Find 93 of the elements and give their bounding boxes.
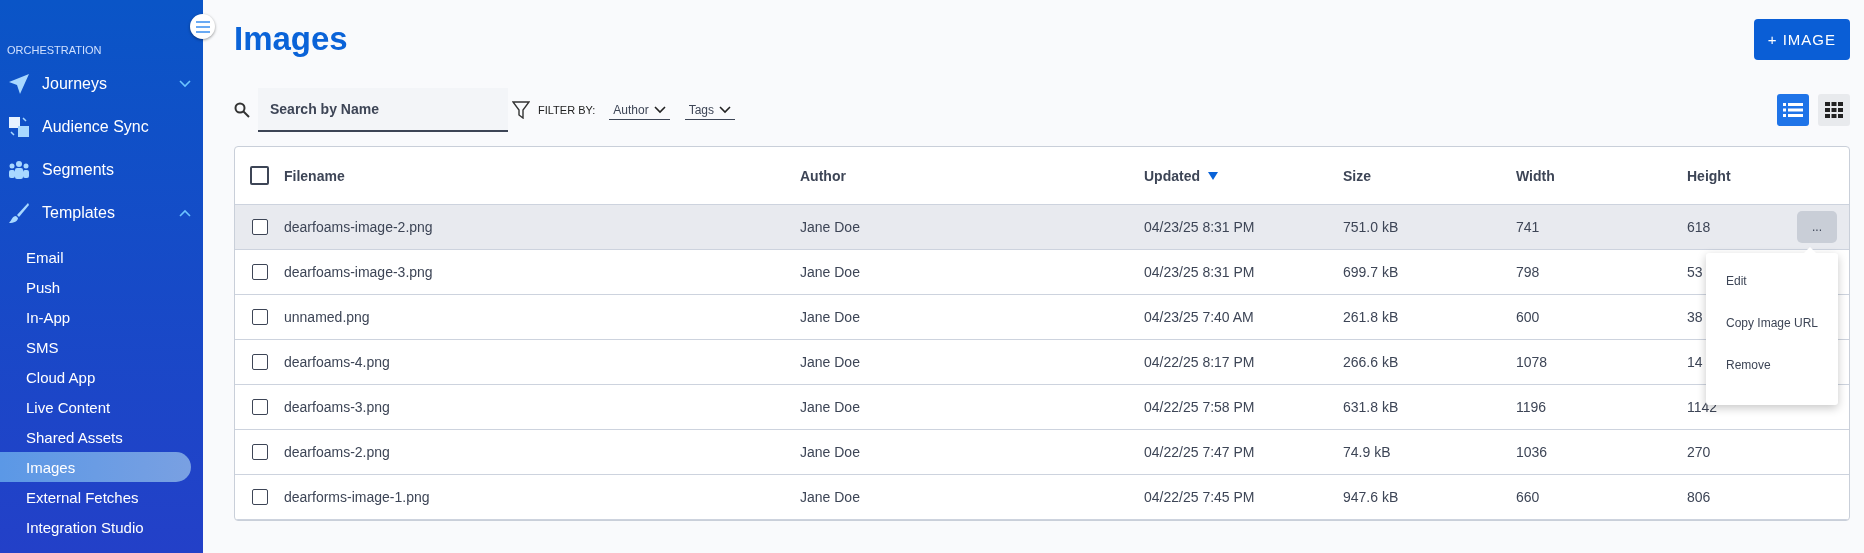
row-checkbox[interactable] (251, 264, 268, 280)
table-cell: 04/22/25 7:45 PM (1144, 489, 1255, 505)
table-cell: 266.6 kB (1343, 354, 1399, 370)
row-checkbox[interactable] (251, 354, 268, 370)
table-cell: dearfoams-image-3.png (284, 264, 433, 280)
table-cell: dearforms-image-1.png (284, 489, 430, 505)
column-header[interactable]: Updated (1144, 167, 1200, 184)
row-checkbox[interactable] (251, 489, 268, 505)
brush-icon (8, 201, 30, 224)
page-title: Images (234, 20, 348, 58)
table-cell: 631.8 kB (1343, 399, 1399, 415)
table-cell: Jane Doe (800, 399, 860, 415)
menu-item[interactable]: Remove (1706, 355, 1838, 397)
table-cell: 04/22/25 8:17 PM (1144, 354, 1255, 370)
column-header[interactable]: Height (1687, 167, 1731, 184)
table-cell: 947.6 kB (1343, 489, 1399, 505)
menu-button[interactable] (190, 14, 215, 39)
more-actions-button[interactable]: ... (1797, 211, 1837, 243)
sidebar-item[interactable]: Push (0, 272, 191, 302)
menu-item[interactable]: Edit (1706, 271, 1838, 313)
table-cell: 1036 (1516, 444, 1548, 460)
sidebar-item[interactable]: Shared Assets (0, 422, 191, 452)
table-cell: 751.0 kB (1343, 219, 1399, 235)
table-cell: 04/23/25 7:40 AM (1144, 309, 1254, 325)
menu-icon (195, 20, 210, 33)
table-cell: dearfoams-2.png (284, 444, 390, 460)
table-cell: 270 (1687, 444, 1711, 460)
paper-plane-icon (8, 72, 30, 95)
table-cell: Jane Doe (800, 264, 860, 280)
table-cell: 1078 (1516, 354, 1548, 370)
filter-label: FILTER BY: (538, 104, 596, 116)
table-cell: 261.8 kB (1343, 309, 1399, 325)
filter-dropdown[interactable]: Author (609, 100, 670, 120)
table-cell: 74.9 kB (1343, 444, 1391, 460)
table-cell: 660 (1516, 489, 1540, 505)
people-icon (8, 159, 30, 180)
table-cell: 04/22/25 7:58 PM (1144, 399, 1255, 415)
grid-view-button[interactable] (1818, 94, 1850, 126)
table-cell: 798 (1516, 264, 1540, 280)
select-all-checkbox[interactable] (250, 166, 269, 185)
table-cell: Jane Doe (800, 354, 860, 370)
sidebar-item[interactable]: SMS (0, 332, 191, 362)
search-icon (234, 102, 250, 118)
table-cell: dearfoams-image-2.png (284, 219, 433, 235)
sidebar-item[interactable]: Journeys (0, 62, 203, 105)
sidebar-item[interactable]: Audience Sync (0, 105, 203, 148)
column-header[interactable]: Filename (284, 167, 345, 184)
table-cell: dearfoams-3.png (284, 399, 390, 415)
table-cell: Jane Doe (800, 219, 860, 235)
filter-dropdown[interactable]: Tags (684, 100, 735, 120)
sidebar-item[interactable]: Live Content (0, 392, 191, 422)
sidebar-item[interactable]: Templates (0, 191, 203, 234)
table-cell: 1196 (1516, 399, 1547, 415)
table-cell: 699.7 kB (1343, 264, 1399, 280)
section-title: ORCHESTRATION (6, 44, 103, 56)
filter-icon (512, 101, 530, 119)
table-cell: dearfoams-4.png (284, 354, 390, 370)
table-cell: 806 (1687, 489, 1711, 505)
table-cell: 04/23/25 8:31 PM (1144, 219, 1255, 235)
add-image-button[interactable]: + IMAGE (1753, 18, 1850, 60)
table-cell: 38 (1687, 309, 1703, 325)
table-cell: 14 (1687, 354, 1703, 370)
table-cell: Jane Doe (800, 489, 860, 505)
row-checkbox[interactable] (251, 399, 268, 415)
sidebar-item[interactable]: Email (0, 242, 191, 272)
row-checkbox[interactable] (251, 444, 268, 460)
menu-item[interactable]: Copy Image URL (1706, 313, 1838, 355)
table-cell: Jane Doe (800, 444, 860, 460)
grid-icon (1825, 102, 1843, 118)
sidebar-item[interactable]: In-App (0, 302, 191, 332)
row-checkbox[interactable] (251, 309, 268, 325)
sidebar-item[interactable]: Cloud App (0, 362, 191, 392)
list-icon (1783, 102, 1803, 118)
sync-icon (8, 115, 30, 138)
column-header[interactable]: Size (1343, 167, 1371, 184)
chevron-down-icon (719, 105, 731, 114)
table-cell: 04/23/25 8:31 PM (1144, 264, 1255, 280)
row-checkbox[interactable] (251, 219, 268, 235)
search-field[interactable]: Search by Name (258, 88, 508, 132)
list-view-button[interactable] (1777, 94, 1809, 126)
table-cell: 600 (1516, 309, 1540, 325)
sidebar-item[interactable]: Segments (0, 148, 203, 191)
table-cell: Jane Doe (800, 309, 860, 325)
sidebar-item[interactable]: External Fetches (0, 482, 191, 512)
chevron-down-icon (653, 105, 666, 114)
column-header[interactable]: Author (800, 167, 846, 184)
column-header[interactable]: Width (1516, 167, 1555, 184)
table-cell: 53 (1687, 264, 1703, 280)
table-cell: 04/22/25 7:47 PM (1144, 444, 1255, 460)
table-cell: 618 (1687, 219, 1711, 235)
table-cell: unnamed.png (284, 309, 370, 325)
table-cell: 741 (1516, 219, 1540, 235)
sidebar-item[interactable]: Integration Studio (0, 512, 191, 542)
